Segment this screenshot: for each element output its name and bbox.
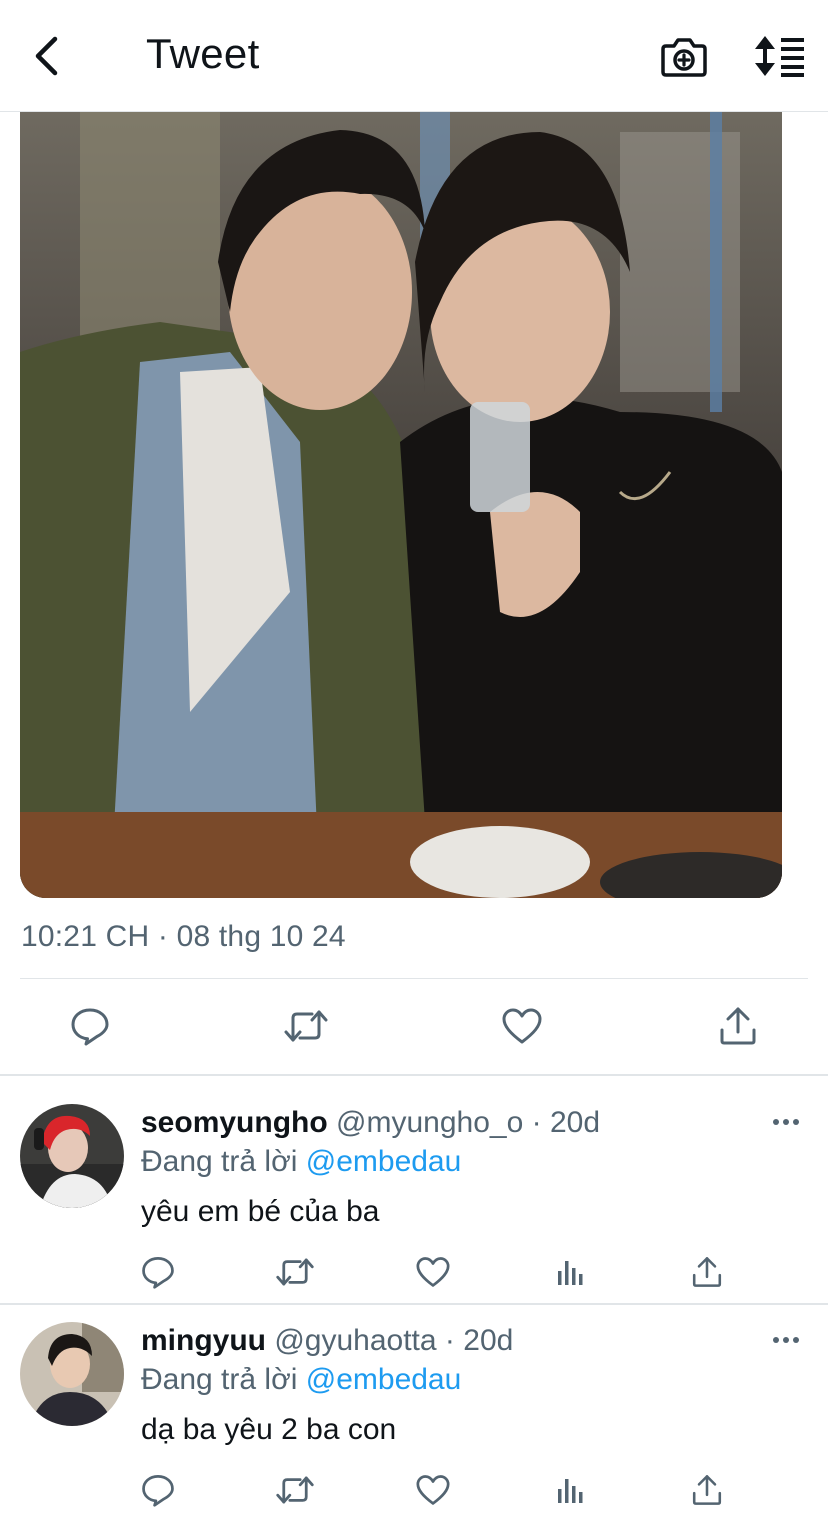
share-button[interactable] [716, 1004, 760, 1048]
share-icon [692, 1475, 722, 1505]
user-handle[interactable]: @gyuhaotta [274, 1324, 436, 1357]
like-button[interactable] [413, 1470, 453, 1510]
replying-to: Đang trả lời @embedau [141, 1363, 461, 1397]
share-button[interactable] [687, 1470, 727, 1510]
avatar[interactable] [20, 1322, 124, 1426]
tweet-photo[interactable] [20, 112, 782, 898]
separator-dot: · [444, 1324, 455, 1357]
retweet-icon [276, 1258, 314, 1286]
reply-icon [142, 1257, 174, 1289]
retweet-icon [276, 1476, 314, 1504]
reply-meta: mingyuu @gyuhaotta · 20d [141, 1324, 513, 1358]
analytics-icon [558, 1479, 583, 1503]
reply-age: 20d [463, 1324, 514, 1357]
chevron-left-icon [35, 36, 58, 76]
reply-text: dạ ba yêu 2 ba con [141, 1413, 397, 1446]
photo-image [20, 112, 782, 898]
replying-to: Đang trả lời @embedau [141, 1145, 461, 1179]
analytics-button[interactable] [551, 1252, 591, 1292]
back-button[interactable] [24, 32, 68, 80]
tweet-timestamp: 10:21 CH · 08 thg 10 24 [21, 920, 346, 953]
like-icon [502, 1008, 542, 1044]
retweet-button[interactable] [275, 1252, 315, 1292]
divider [0, 1074, 828, 1076]
more-dots-icon [773, 1119, 799, 1125]
share-button[interactable] [687, 1252, 727, 1292]
reply-meta: seomyungho @myungho_o · 20d [141, 1106, 600, 1140]
avatar-image [20, 1104, 124, 1208]
reply-button[interactable] [138, 1252, 178, 1292]
retweet-button[interactable] [284, 1004, 328, 1048]
separator-dot: · [531, 1106, 542, 1139]
divider [0, 1303, 828, 1305]
display-name[interactable]: mingyuu [141, 1324, 266, 1357]
user-handle[interactable]: @myungho_o [336, 1106, 523, 1139]
analytics-button[interactable] [551, 1470, 591, 1510]
reply-button[interactable] [138, 1470, 178, 1510]
like-button[interactable] [500, 1004, 544, 1048]
like-button[interactable] [413, 1252, 453, 1292]
avatar[interactable] [20, 1104, 124, 1208]
sort-list-icon [755, 36, 804, 77]
analytics-icon [558, 1261, 583, 1285]
replying-prefix: Đang trả lời [141, 1145, 298, 1178]
mention-link[interactable]: @embedau [306, 1145, 462, 1178]
camera-plus-icon [661, 38, 707, 77]
share-icon [692, 1257, 722, 1287]
like-icon [416, 1257, 450, 1287]
mention-link[interactable]: @embedau [306, 1363, 462, 1396]
reply-button[interactable] [68, 1004, 112, 1048]
like-icon [416, 1475, 450, 1505]
more-dots-icon [773, 1337, 799, 1343]
display-name[interactable]: seomyungho [141, 1106, 328, 1139]
reply-text: yêu em bé của ba [141, 1195, 380, 1228]
reply-icon [71, 1008, 109, 1046]
top-bar: Tweet [0, 0, 828, 112]
more-button[interactable] [768, 1112, 804, 1132]
reply-age: 20d [549, 1106, 601, 1139]
retweet-button[interactable] [275, 1470, 315, 1510]
sort-button[interactable] [754, 34, 806, 78]
camera-button[interactable] [660, 34, 708, 78]
share-icon [720, 1007, 756, 1045]
divider [20, 978, 808, 979]
reply-icon [142, 1475, 174, 1507]
avatar-image [20, 1322, 124, 1426]
page-title: Tweet [146, 30, 260, 77]
replying-prefix: Đang trả lời [141, 1363, 298, 1396]
more-button[interactable] [768, 1330, 804, 1350]
retweet-icon [284, 1010, 328, 1042]
